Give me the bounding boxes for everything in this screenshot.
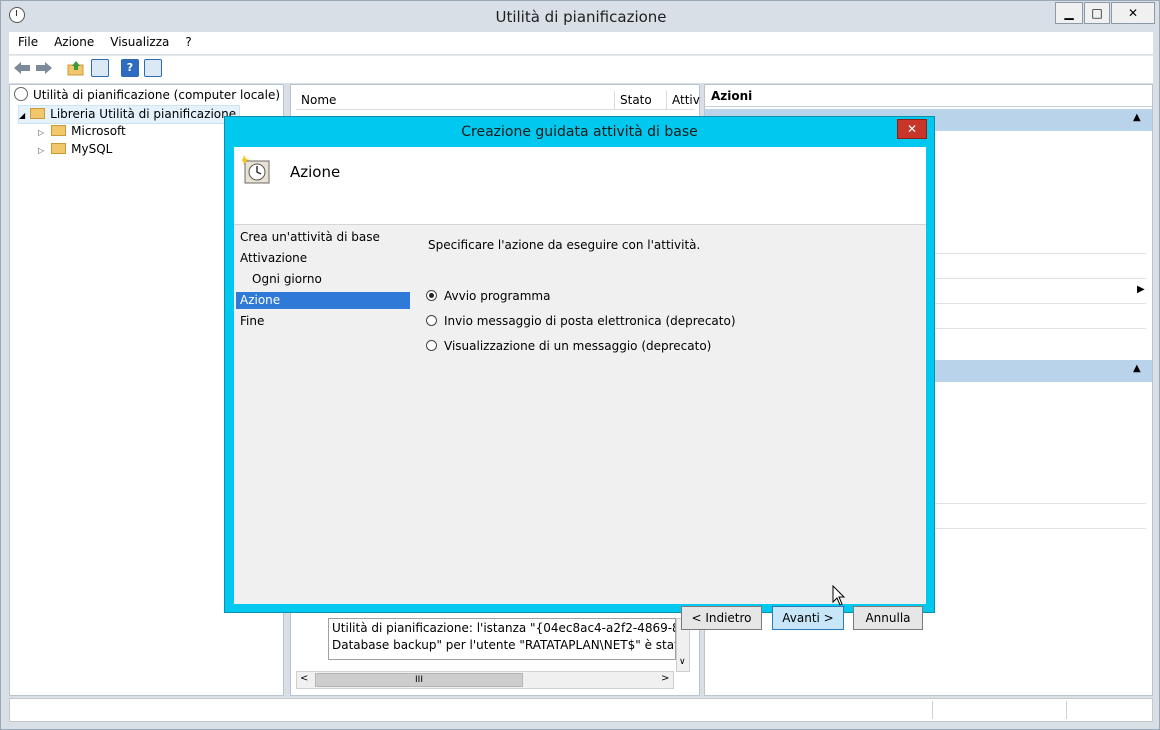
menu-help[interactable]: ? [176,32,198,49]
radio-button[interactable] [426,340,437,351]
instruction-text: Specificare l'azione da eseguire con l'a… [428,238,701,252]
step-finish: Fine [240,314,265,328]
column-header-status[interactable]: Stato [620,93,652,107]
scroll-right-icon[interactable]: > [661,673,669,684]
horizontal-scrollbar[interactable]: < III > [296,671,674,689]
wizard-header: Azione [234,147,926,225]
help-icon[interactable]: ? [121,59,139,77]
menu-azione[interactable]: Azione [45,32,101,49]
submenu-arrow-icon[interactable]: ▶ [1137,284,1145,295]
folder-icon [51,143,67,154]
forward-arrow-icon[interactable] [35,60,53,79]
basic-task-wizard-dialog: Creazione guidata attività di base ✕ Azi… [224,116,935,630]
wizard-title: Creazione guidata attività di base [461,124,698,140]
maximize-button[interactable]: □ [1084,2,1110,24]
tree-root[interactable]: Utilità di pianificazione (computer loca… [14,87,280,104]
menu-file[interactable]: File [9,32,45,49]
expanded-arrow-icon[interactable]: ◢ [19,111,25,120]
scrollbar-thumb[interactable]: III [315,673,523,687]
tree-item-mysql[interactable]: ▷ MySQL [38,141,112,158]
up-folder-icon[interactable] [67,59,85,80]
collapse-up-icon[interactable]: ▲ [1133,112,1141,123]
window-title: Utilità di pianificazione [495,8,667,26]
option-start-program[interactable]: Avvio programma [426,287,550,305]
list-header: Nome Stato Attiv [296,91,700,110]
chevron-down-icon[interactable]: ∨ [679,657,686,667]
wizard-page-title: Azione [290,163,341,181]
wizard-client-area: Azione Crea un'attività di base Attivazi… [234,147,926,630]
menu-bar: File Azione Visualizza? [9,32,1153,54]
status-bar [9,698,1153,722]
back-arrow-icon[interactable] [13,60,31,79]
event-log-text: Utilità di pianificazione: l'istanza "{0… [328,618,676,660]
option-display-message[interactable]: Visualizzazione di un messaggio (depreca… [426,337,711,355]
step-trigger: Attivazione [240,251,308,265]
collapsed-arrow-icon[interactable]: ▷ [38,128,44,137]
minimize-button[interactable]: ▁ [1055,2,1083,24]
show-hide-tree-icon[interactable] [91,59,109,77]
collapse-up-icon[interactable]: ▲ [1133,363,1141,374]
show-hide-actions-icon[interactable] [144,59,162,77]
column-header-name[interactable]: Nome [301,93,336,107]
clock-icon [14,87,28,101]
wizard-close-button[interactable]: ✕ [897,119,927,139]
tree-item-microsoft[interactable]: ▷ Microsoft [38,123,126,140]
wizard-content: Specificare l'azione da eseguire con l'a… [412,225,926,555]
mouse-cursor-icon [832,584,846,610]
collapsed-arrow-icon[interactable]: ▷ [38,146,44,155]
actions-header: Azioni [705,85,1152,107]
menu-visualizza[interactable]: Visualizza [101,32,176,49]
column-header-trigger[interactable]: Attiv [672,93,700,107]
step-action: Azione [236,292,410,309]
task-clock-icon [239,155,270,184]
option-send-email[interactable]: Invio messaggio di posta elettronica (de… [426,312,736,330]
tree-library[interactable]: ◢ Libreria Utilità di pianificazione [18,105,241,124]
radio-button[interactable] [426,315,437,326]
radio-button-checked[interactable] [426,290,437,301]
wizard-steps-list: Crea un'attività di base Attivazione Ogn… [234,225,412,555]
toolbar: ? [9,55,1153,83]
scroll-left-icon[interactable]: < [300,673,308,684]
folder-icon [51,125,67,136]
close-button[interactable]: ✕ [1111,2,1155,24]
back-button[interactable]: < Indietro [681,606,762,630]
step-daily: Ogni giorno [252,272,322,286]
step-create-task: Crea un'attività di base [240,230,380,244]
folder-icon [30,108,46,119]
cancel-button[interactable]: Annulla [853,606,923,630]
